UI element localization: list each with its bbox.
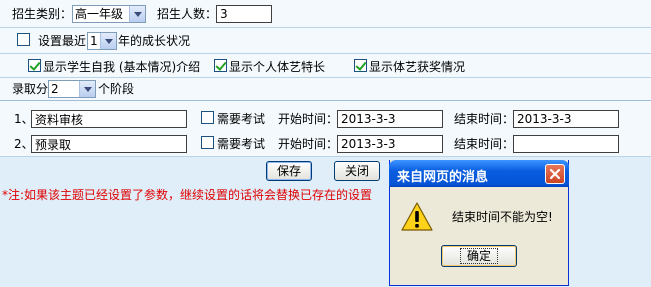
years-select[interactable]: 1 xyxy=(87,32,117,50)
stage-exam-checkbox[interactable] xyxy=(201,111,214,124)
display-options-row: 显示学生自我 (基本情况)介绍 显示个人体艺特长 显示体艺获奖情况 xyxy=(0,54,651,78)
stage-end-label: 结束时间： xyxy=(454,112,515,126)
talent-label: 显示个人体艺特长 xyxy=(229,60,326,74)
alert-dialog: 来自网页的消息 结束时间不能为空! 确定 xyxy=(389,160,569,286)
warning-note: *注:如果该主题已经设置了参数，继续设置的话将会替换已存在的设置 xyxy=(2,188,373,202)
stage-list: 1、 需要考试 开始时间： 结束时间： 2、 需要考试 开始时间： 结束时间： xyxy=(0,101,651,157)
growth-checkbox[interactable] xyxy=(17,33,30,46)
category-select-value: 高一年级 xyxy=(75,7,124,21)
category-select[interactable]: 高一年级 xyxy=(72,5,146,23)
stages-select-value: 2 xyxy=(51,82,59,96)
stage-end-input[interactable] xyxy=(513,135,619,153)
stages-row: 录取分 2 个阶段 xyxy=(0,78,651,101)
growth-row: 设置最近 1 年的成长状况 xyxy=(0,28,651,54)
stage-start-input[interactable] xyxy=(337,110,443,128)
award-label: 显示体艺获奖情况 xyxy=(369,60,466,74)
dialog-title: 来自网页的消息 xyxy=(397,170,489,185)
talent-checkbox[interactable] xyxy=(214,59,227,72)
self-intro-label: 显示学生自我 (基本情况)介绍 xyxy=(43,60,201,74)
stage-name-input[interactable] xyxy=(31,135,187,153)
chevron-down-icon xyxy=(100,33,116,49)
stage-end-input[interactable] xyxy=(513,110,619,128)
stage-exam-label: 需要考试 xyxy=(217,112,266,126)
close-icon[interactable] xyxy=(545,164,565,184)
chevron-down-icon xyxy=(129,6,145,22)
stage-start-input[interactable] xyxy=(337,135,443,153)
ok-button[interactable]: 确定 xyxy=(441,245,517,267)
warning-icon xyxy=(401,202,433,231)
award-checkbox[interactable] xyxy=(354,59,367,72)
count-label: 招生人数： xyxy=(157,7,218,21)
chevron-down-icon xyxy=(79,81,95,97)
stage-exam-checkbox[interactable] xyxy=(201,136,214,149)
stage-name-input[interactable] xyxy=(31,110,187,128)
close-x-glyph xyxy=(549,168,561,180)
stages-suffix: 个阶段 xyxy=(98,82,135,96)
growth-suffix: 年的成长状况 xyxy=(118,34,191,48)
stages-select[interactable]: 2 xyxy=(48,80,96,98)
growth-prefix: 设置最近 xyxy=(38,34,87,48)
count-input[interactable] xyxy=(216,5,272,23)
ok-label: 确定 xyxy=(459,248,498,264)
category-label: 招生类别： xyxy=(12,7,73,21)
stage-exam-label: 需要考试 xyxy=(217,137,266,151)
stage-end-label: 结束时间： xyxy=(454,137,515,151)
stage-start-label: 开始时间： xyxy=(278,112,339,126)
self-intro-checkbox[interactable] xyxy=(28,59,41,72)
dialog-message: 结束时间不能为空! xyxy=(452,210,553,224)
years-select-value: 1 xyxy=(90,34,98,48)
enrollment-row: 招生类别： 高一年级 招生人数： xyxy=(0,0,651,28)
close-button[interactable]: 关闭 xyxy=(334,161,380,181)
save-button[interactable]: 保存 xyxy=(266,161,312,181)
stage-start-label: 开始时间： xyxy=(278,137,339,151)
stages-prefix: 录取分 xyxy=(12,82,49,96)
dialog-titlebar: 来自网页的消息 xyxy=(389,160,569,187)
